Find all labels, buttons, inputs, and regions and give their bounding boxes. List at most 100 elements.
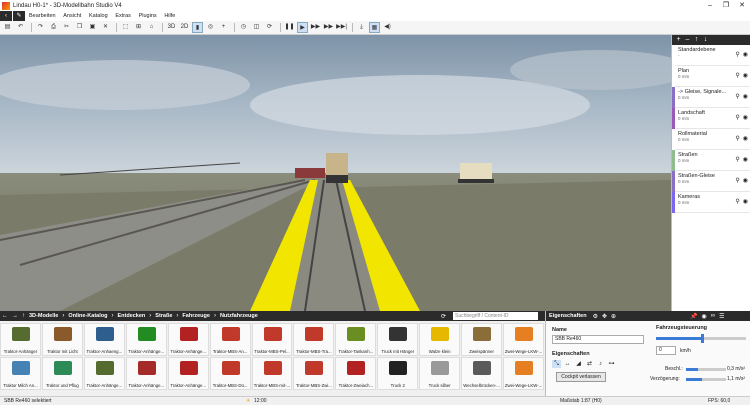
visibility-eye-icon[interactable]: ◉	[743, 51, 748, 58]
add-icon[interactable]: +	[218, 22, 229, 33]
skip-forward-button[interactable]: ▶▶|	[336, 22, 347, 33]
layers-icon[interactable]: ◫	[251, 22, 262, 33]
link-icon[interactable]: ∞	[711, 313, 715, 319]
group-icon[interactable]: ⊞	[133, 22, 144, 33]
faster-forward-button[interactable]: ▶▶	[323, 22, 334, 33]
resize-icon[interactable]: ⤡	[552, 360, 561, 368]
refresh-icon[interactable]: ⟳	[441, 313, 446, 320]
catalog-item[interactable]: Truck mit Hänger	[377, 323, 419, 356]
coupler-icon[interactable]: ⊶	[607, 360, 616, 368]
print-icon[interactable]: ⎙	[48, 22, 59, 33]
delete-icon[interactable]: ✕	[100, 22, 111, 33]
maximize-button[interactable]: ❐	[718, 0, 734, 11]
menu-hilfe[interactable]: Hilfe	[164, 13, 175, 19]
catalog-item[interactable]: Traktor-Anhänge...	[167, 357, 209, 390]
gizmo-icon[interactable]: ⊕	[611, 313, 616, 320]
menu-plugins[interactable]: Plugins	[139, 13, 157, 19]
pin-icon[interactable]: ⚲	[735, 156, 739, 163]
move-up-icon[interactable]: ↑	[692, 35, 701, 45]
cut-icon[interactable]: ✂	[61, 22, 72, 33]
play-button[interactable]: ▶	[297, 22, 308, 33]
catalog-item[interactable]: Traktor-MBS-Tra...	[293, 323, 335, 356]
edit-icon[interactable]: ✎	[13, 11, 25, 21]
catalog-item[interactable]: Traktor-Zweiach...	[335, 357, 377, 390]
train-view-icon[interactable]: ▮	[192, 22, 203, 33]
pause-button[interactable]: ❚❚	[284, 22, 295, 33]
pin-icon[interactable]: ⚲	[735, 198, 739, 205]
eye-icon[interactable]: ◉	[702, 313, 707, 320]
menu-bearbeiten[interactable]: Bearbeiten	[29, 13, 56, 19]
undo-icon[interactable]: ↶	[15, 22, 26, 33]
breadcrumb-1[interactable]: 3D-Modelle	[29, 313, 58, 319]
catalog-item[interactable]: Traktor-MBS-An...	[209, 323, 251, 356]
rotate-icon[interactable]: ⟳	[264, 22, 275, 33]
layer-item[interactable]: -> Gleise, Signale... 0 mm ⚲ ◉	[672, 87, 750, 108]
move-icon[interactable]: ✥	[602, 313, 607, 320]
visibility-eye-icon[interactable]: ◉	[743, 198, 748, 205]
minimize-button[interactable]: –	[702, 0, 718, 11]
breadcrumb-2[interactable]: Online-Katalog	[68, 313, 107, 319]
3d-viewport[interactable]	[0, 35, 671, 311]
paste-icon[interactable]: ▣	[87, 22, 98, 33]
catalog-item[interactable]: Traktor-Anhänge...	[83, 357, 125, 390]
catalog-item[interactable]: Zwei-Wege-LKW-...	[503, 357, 544, 390]
move-down-icon[interactable]: ↓	[701, 35, 710, 45]
catalog-item[interactable]: Traktor-Anhaeng...	[83, 323, 125, 356]
layer-item[interactable]: Landschaft 0 mm ⚲ ◉	[672, 108, 750, 129]
catalog-item[interactable]: Traktor-Tankanh...	[335, 323, 377, 356]
catalog-search-input[interactable]: Suchbegriff / Content-ID	[453, 312, 538, 320]
catalog-item[interactable]: Wechselbrücken-...	[461, 357, 503, 390]
pin-icon[interactable]: ⚲	[735, 93, 739, 100]
accel-slider[interactable]	[686, 368, 726, 371]
catalog-item[interactable]: Walze klein	[419, 323, 461, 356]
breadcrumb-6[interactable]: Nutzfahrzeuge	[220, 313, 258, 319]
sound-toggle-icon[interactable]: ♪	[596, 360, 605, 368]
visibility-eye-icon[interactable]: ◉	[743, 114, 748, 121]
visibility-eye-icon[interactable]: ◉	[743, 156, 748, 163]
copy-icon[interactable]: ❐	[74, 22, 85, 33]
menu-katalog[interactable]: Katalog	[89, 13, 108, 19]
decel-slider[interactable]	[686, 378, 726, 381]
catalog-item[interactable]: Traktor-Anhänge...	[167, 323, 209, 356]
catalog-item[interactable]: Traktor-Anhänge...	[125, 323, 167, 356]
menu-icon[interactable]: ☰	[719, 313, 724, 320]
grid-icon[interactable]: ▦	[369, 22, 380, 33]
breadcrumb-4[interactable]: Straße	[155, 313, 172, 319]
settings-icon[interactable]: ⚙	[593, 313, 598, 320]
pin-icon[interactable]: ⚲	[735, 135, 739, 142]
catalog-item[interactable]: Traktor-MBS-Zwi...	[293, 357, 335, 390]
pin-icon[interactable]: ⚲	[735, 177, 739, 184]
fast-forward-button[interactable]: ▶▶	[310, 22, 321, 33]
forward-arrow-icon[interactable]: →	[12, 313, 18, 319]
catalog-item[interactable]: Traktor-MBS-Pel...	[251, 323, 293, 356]
layer-item[interactable]: Straßen-Gleise 0 mm ⚲ ◉	[672, 171, 750, 192]
visibility-eye-icon[interactable]: ◉	[743, 93, 748, 100]
zoom-fit-icon[interactable]: ◎	[205, 22, 216, 33]
download-icon[interactable]: ⤓	[356, 22, 367, 33]
view-2d-button[interactable]: 2D	[179, 22, 190, 33]
catalog-item[interactable]: Traktor und Pflug	[41, 357, 83, 390]
view-3d-button[interactable]: 3D	[166, 22, 177, 33]
visibility-eye-icon[interactable]: ◉	[743, 135, 748, 142]
back-arrow-icon[interactable]: ←	[2, 313, 8, 319]
catalog-item[interactable]: Traktor mit Licht	[41, 323, 83, 356]
remove-layer-icon[interactable]: –	[683, 35, 692, 45]
layer-item[interactable]: Straßen 0 mm ⚲ ◉	[672, 150, 750, 171]
catalog-item[interactable]: Truck silber	[419, 357, 461, 390]
pin-icon[interactable]: ⚲	[735, 114, 739, 121]
speed-input[interactable]: 0	[656, 346, 676, 355]
redo-icon[interactable]: ↷	[35, 22, 46, 33]
visibility-eye-icon[interactable]: ◉	[743, 72, 748, 79]
layer-item[interactable]: Rollmaterial 0 mm ⚲ ◉	[672, 129, 750, 150]
direction-icon[interactable]: ⇄	[585, 360, 594, 368]
sound-icon[interactable]: ◀)	[382, 22, 393, 33]
catalog-item[interactable]: Traktor-MBS-Dü...	[209, 357, 251, 390]
clock-icon[interactable]: ◷	[238, 22, 249, 33]
catalog-item[interactable]: Zweispänner	[461, 323, 503, 356]
catalog-item[interactable]: Traktor-MBS-mit-...	[251, 357, 293, 390]
breadcrumb-5[interactable]: Fahrzeuge	[182, 313, 210, 319]
catalog-item[interactable]: Traktor-Anhänger	[0, 323, 41, 356]
layer-item[interactable]: Standardebene - ⚲ ◉	[672, 45, 750, 66]
save-icon[interactable]: ▤	[2, 22, 13, 33]
pin-icon[interactable]: ⚲	[735, 72, 739, 79]
